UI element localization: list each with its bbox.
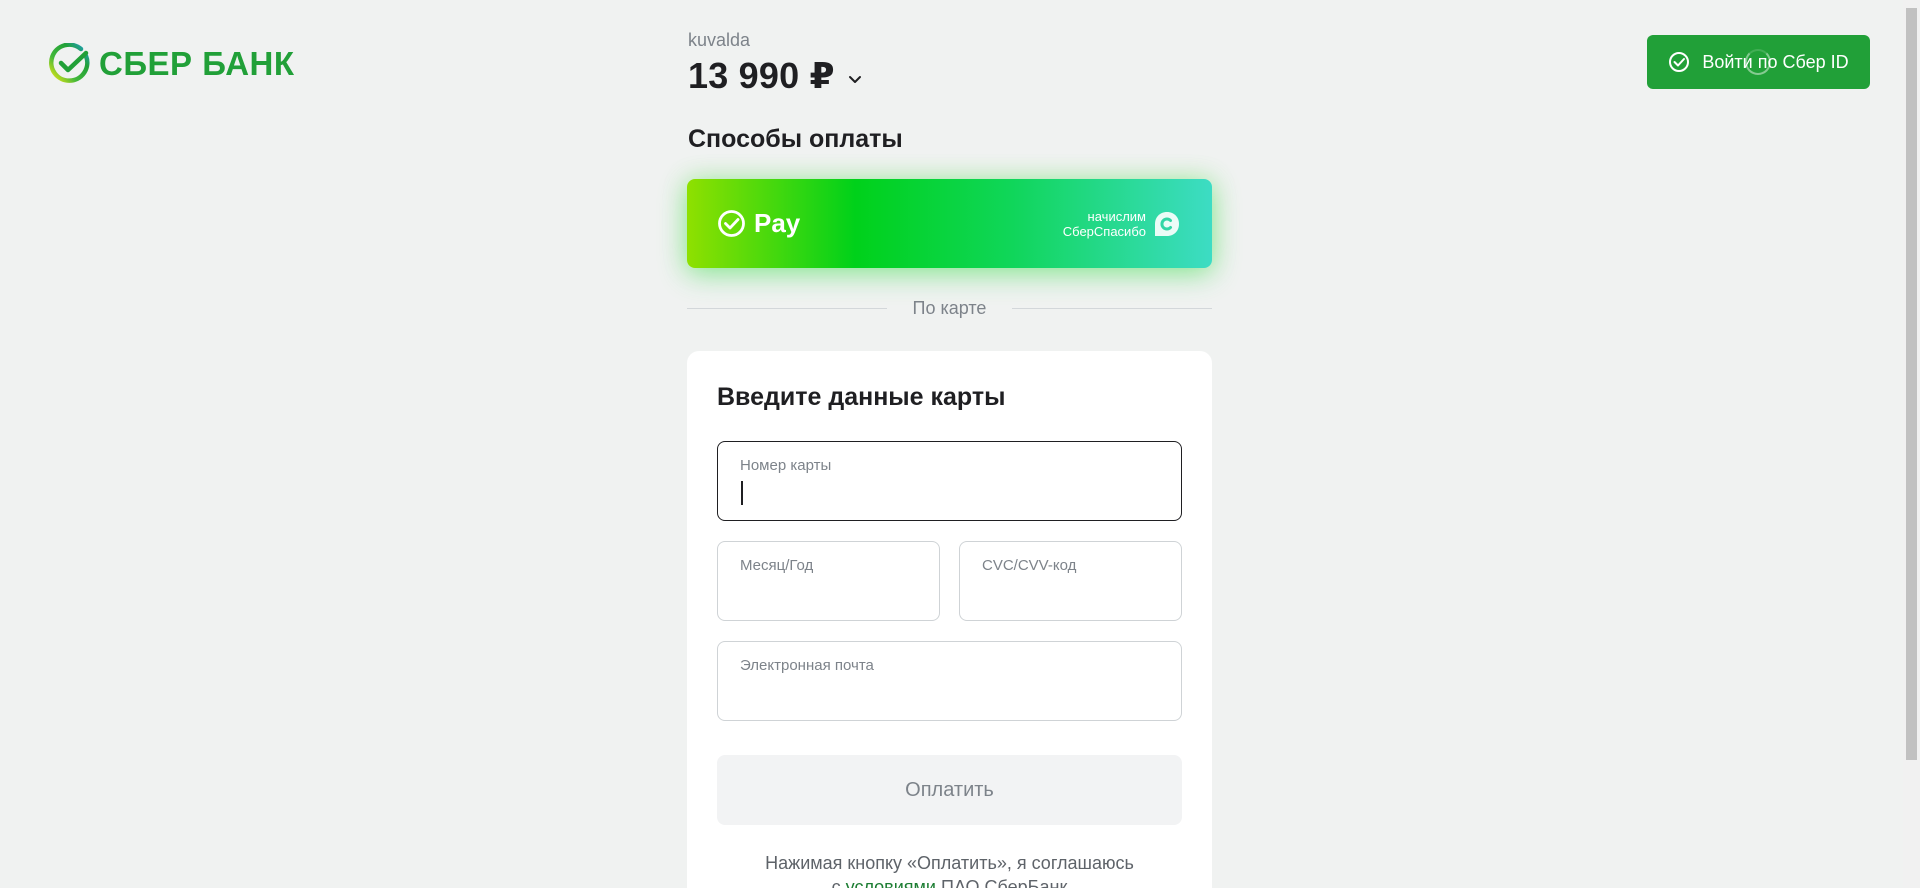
text-caret bbox=[741, 481, 743, 505]
amount-toggle[interactable]: 13 990 ₽ bbox=[688, 55, 863, 97]
email-label: Электронная почта bbox=[740, 657, 874, 674]
sberid-button-label: Войти по Сбер ID bbox=[1702, 51, 1849, 72]
sberpay-button[interactable]: Pay начислим СберСпасибо bbox=[687, 179, 1212, 268]
consent-line-2: с условиями ПАО СберБанк bbox=[717, 875, 1182, 888]
card-number-field[interactable]: Номер карты bbox=[717, 441, 1182, 521]
consent-suffix: ПАО СберБанк bbox=[941, 877, 1068, 888]
sberpay-label: Pay bbox=[754, 208, 801, 238]
payment-methods-title: Способы оплаты bbox=[688, 125, 903, 153]
expiry-field[interactable]: Месяц/Год bbox=[717, 541, 940, 621]
sberpay-brand: Pay bbox=[717, 179, 800, 268]
loading-spinner-icon bbox=[1745, 49, 1771, 75]
card-divider: По карте bbox=[687, 298, 1212, 318]
page-scrollbar[interactable] bbox=[1903, 0, 1920, 888]
bonus-line-1: начислим bbox=[1087, 208, 1146, 224]
cvc-input[interactable] bbox=[982, 580, 1159, 606]
card-number-label: Номер карты bbox=[740, 457, 832, 474]
consent-line-1: Нажимая кнопку «Оплатить», я соглашаюсь bbox=[765, 853, 1134, 873]
order-amount: 13 990 ₽ bbox=[688, 55, 835, 96]
bonus-text: начислим СберСпасибо bbox=[1063, 209, 1146, 239]
expiry-input[interactable] bbox=[740, 580, 917, 606]
merchant-name: kuvalda bbox=[688, 30, 751, 50]
brand-name: СБЕР БАНК bbox=[99, 45, 295, 82]
email-field[interactable]: Электронная почта bbox=[717, 641, 1182, 721]
sber-logo[interactable]: СБЕР БАНК bbox=[49, 43, 295, 85]
bonus-line-2: СберСпасибо bbox=[1062, 223, 1146, 239]
consent-text: Нажимая кнопку «Оплатить», я соглашаюсь … bbox=[717, 851, 1182, 888]
cvc-label: CVC/CVV-код bbox=[982, 557, 1077, 574]
expiry-label: Месяц/Год bbox=[740, 557, 814, 574]
divider-line-right bbox=[1012, 308, 1212, 309]
consent-prefix: с bbox=[831, 877, 841, 888]
sber-logo-icon bbox=[49, 43, 90, 83]
cvc-field[interactable]: CVC/CVV-код bbox=[959, 541, 1182, 621]
chevron-down-icon bbox=[848, 76, 861, 83]
sberpay-check-icon bbox=[718, 210, 745, 237]
pay-submit-button[interactable]: Оплатить bbox=[717, 755, 1182, 825]
terms-link[interactable]: условиями bbox=[846, 877, 936, 888]
spasibo-icon bbox=[1155, 211, 1179, 236]
email-input[interactable] bbox=[740, 680, 1159, 706]
card-form-title: Введите данные карты bbox=[717, 383, 1006, 411]
payment-page: СБЕР БАНК kuvalda 13 990 ₽ Войти по Сбер… bbox=[0, 0, 1920, 888]
scrollbar-thumb[interactable] bbox=[1906, 8, 1917, 760]
sberspasibo-bonus: начислим СберСпасибо bbox=[1063, 179, 1180, 268]
card-number-input[interactable] bbox=[740, 480, 1159, 506]
check-circle-icon bbox=[1669, 52, 1690, 72]
card-form: Введите данные карты Номер карты Месяц/Г… bbox=[687, 351, 1212, 888]
